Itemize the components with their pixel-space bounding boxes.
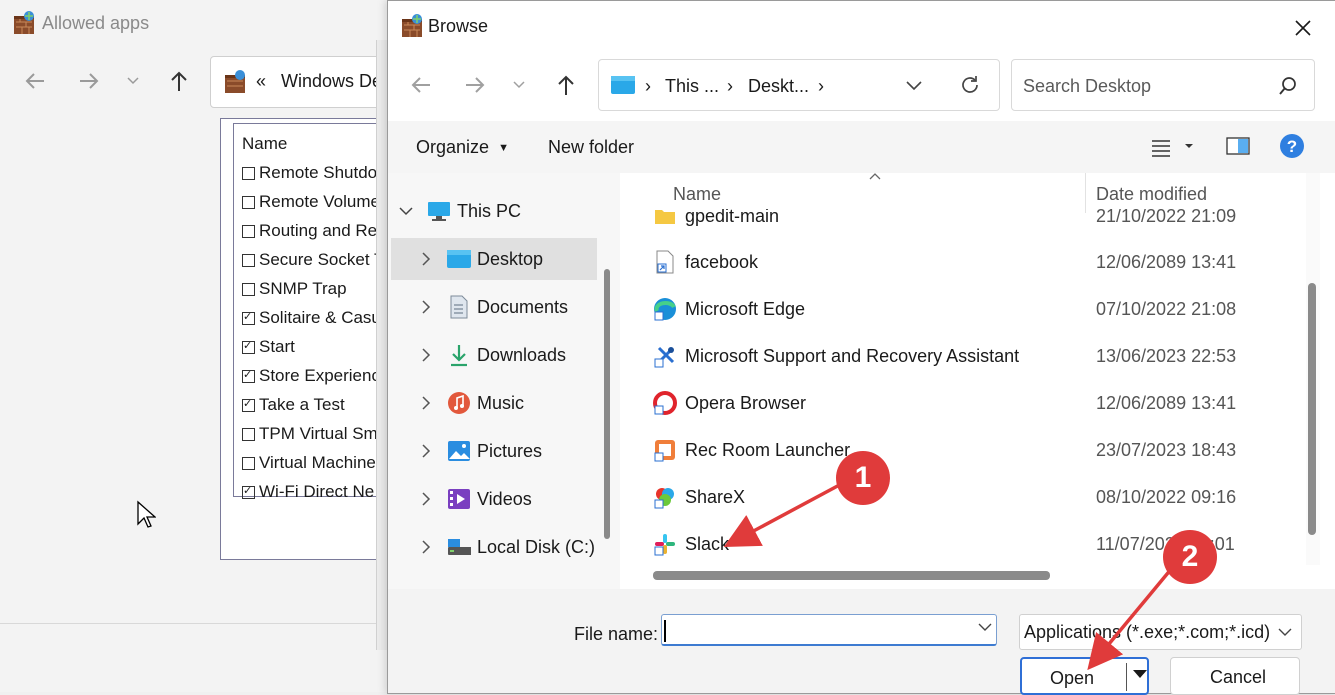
mouse-cursor-icon	[136, 500, 156, 528]
annotation-arrow-1	[723, 480, 846, 547]
annotation-badge-2: 2	[1163, 530, 1217, 584]
annotation-badge-1: 1	[836, 451, 890, 505]
annotation-arrows	[723, 480, 1174, 671]
annotation-arrow-2	[1087, 566, 1174, 671]
